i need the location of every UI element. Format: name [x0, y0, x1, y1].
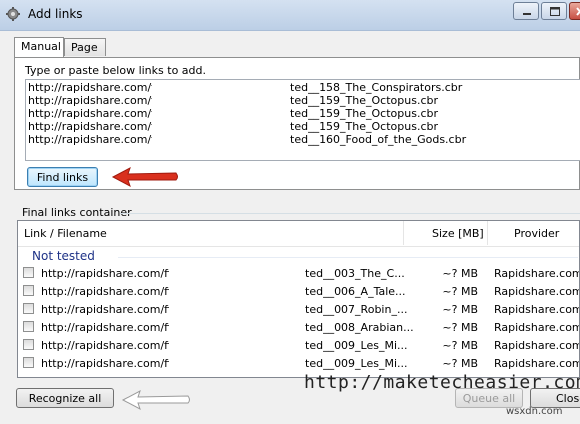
row-size: ~? MB [442, 321, 478, 334]
table-row[interactable]: http://rapidshare.com/files/ ted__003_Th… [18, 265, 580, 283]
row-checkbox[interactable] [23, 303, 34, 314]
row-checkbox[interactable] [23, 357, 34, 368]
table-row[interactable]: http://rapidshare.com/files/ ted__009_Le… [18, 337, 580, 355]
final-links-label: Final links container [22, 206, 132, 219]
row-checkbox[interactable] [23, 267, 34, 278]
row-filename: ted__009_Les_Mi... [305, 339, 408, 352]
watermark-text: http://maketecheasier.com [304, 372, 580, 393]
row-filename: ted__003_The_C... [305, 267, 405, 280]
row-checkbox[interactable] [23, 285, 34, 296]
row-url: http://rapidshare.com/files/ [41, 357, 169, 370]
manual-tab-panel: Type or paste below links to add. http:/… [14, 57, 580, 190]
row-size: ~? MB [442, 357, 478, 370]
white-arrow-annotation [121, 389, 190, 411]
row-provider: Rapidshare.com [494, 357, 580, 370]
group-line [118, 257, 578, 258]
link-url: http://rapidshare.com/files [28, 81, 152, 94]
table-row[interactable]: http://rapidshare.com/files/ ted__009_Le… [18, 355, 580, 373]
row-provider: Rapidshare.com [494, 303, 580, 316]
links-textarea[interactable]: http://rapidshare.com/files ted__158_The… [25, 79, 580, 161]
row-provider: Rapidshare.com [494, 285, 580, 298]
row-url: http://rapidshare.com/files/ [41, 303, 169, 316]
minimize-icon [523, 13, 531, 15]
maximize-icon [550, 7, 560, 16]
link-file: ted__160_Food_of_the_Gods.cbr [290, 133, 467, 146]
recognize-all-button[interactable]: Recognize all [16, 388, 114, 408]
column-header-size[interactable]: Size [MB] [432, 227, 484, 240]
column-header-provider[interactable]: Provider [514, 227, 559, 240]
instruction-text: Type or paste below links to add. [25, 64, 206, 77]
row-url: http://rapidshare.com/files/ [41, 321, 169, 334]
link-url: http://rapidshare.com/files [28, 120, 152, 133]
list-header: Link / Filename Size [MB] Provider [18, 221, 579, 247]
row-url: http://rapidshare.com/files/ [41, 267, 169, 280]
link-file: ted__158_The_Conspirators.cbr [290, 81, 463, 94]
site-mark: wsxdn.com [506, 406, 563, 417]
title-bar: Add links [0, 0, 580, 31]
row-size: ~? MB [442, 339, 478, 352]
column-divider[interactable] [487, 221, 488, 245]
row-url: http://rapidshare.com/files/ [41, 285, 169, 298]
link-file: ted__159_The_Octopus.cbr [290, 94, 439, 107]
row-checkbox[interactable] [23, 321, 34, 332]
row-size: ~? MB [442, 285, 478, 298]
row-checkbox[interactable] [23, 339, 34, 350]
link-url: http://rapidshare.com/files [28, 94, 152, 107]
window-title: Add links [28, 7, 83, 21]
link-file: ted__159_The_Octopus.cbr [290, 120, 439, 133]
column-header-link[interactable]: Link / Filename [24, 227, 107, 240]
row-filename: ted__006_A_Tale... [305, 285, 406, 298]
table-row[interactable]: http://rapidshare.com/files/ ted__008_Ar… [18, 319, 580, 337]
gear-icon [6, 7, 20, 21]
table-row[interactable]: http://rapidshare.com/files/ ted__007_Ro… [18, 301, 580, 319]
group-divider [120, 213, 580, 214]
row-size: ~? MB [442, 303, 478, 316]
link-url: http://rapidshare.com/files [28, 133, 152, 146]
row-provider: Rapidshare.com [494, 267, 580, 280]
maximize-button[interactable] [541, 2, 567, 20]
minimize-button[interactable] [513, 2, 539, 20]
row-filename: ted__007_Robin_... [305, 303, 408, 316]
close-icon [576, 7, 580, 16]
link-file: ted__159_The_Octopus.cbr [290, 107, 439, 120]
add-links-window: Add links Manual Page Type or paste belo… [0, 0, 580, 424]
row-url: http://rapidshare.com/files/ [41, 339, 169, 352]
red-arrow-annotation [111, 166, 178, 188]
tab-page[interactable]: Page [64, 38, 106, 56]
find-links-button[interactable]: Find links [27, 167, 98, 187]
row-provider: Rapidshare.com [494, 339, 580, 352]
group-header-not-tested[interactable]: Not tested [32, 249, 95, 263]
link-url: http://rapidshare.com/files [28, 107, 152, 120]
window-close-button[interactable] [569, 2, 580, 20]
row-provider: Rapidshare.com [494, 321, 580, 334]
final-links-list[interactable]: Link / Filename Size [MB] Provider Not t… [17, 220, 580, 378]
row-filename: ted__009_Les_Mi... [305, 357, 408, 370]
table-row[interactable]: http://rapidshare.com/files/ ted__006_A_… [18, 283, 580, 301]
row-size: ~? MB [442, 267, 478, 280]
tab-manual[interactable]: Manual [14, 37, 64, 57]
row-filename: ted__008_Arabian... [305, 321, 414, 334]
column-divider[interactable] [403, 221, 404, 245]
